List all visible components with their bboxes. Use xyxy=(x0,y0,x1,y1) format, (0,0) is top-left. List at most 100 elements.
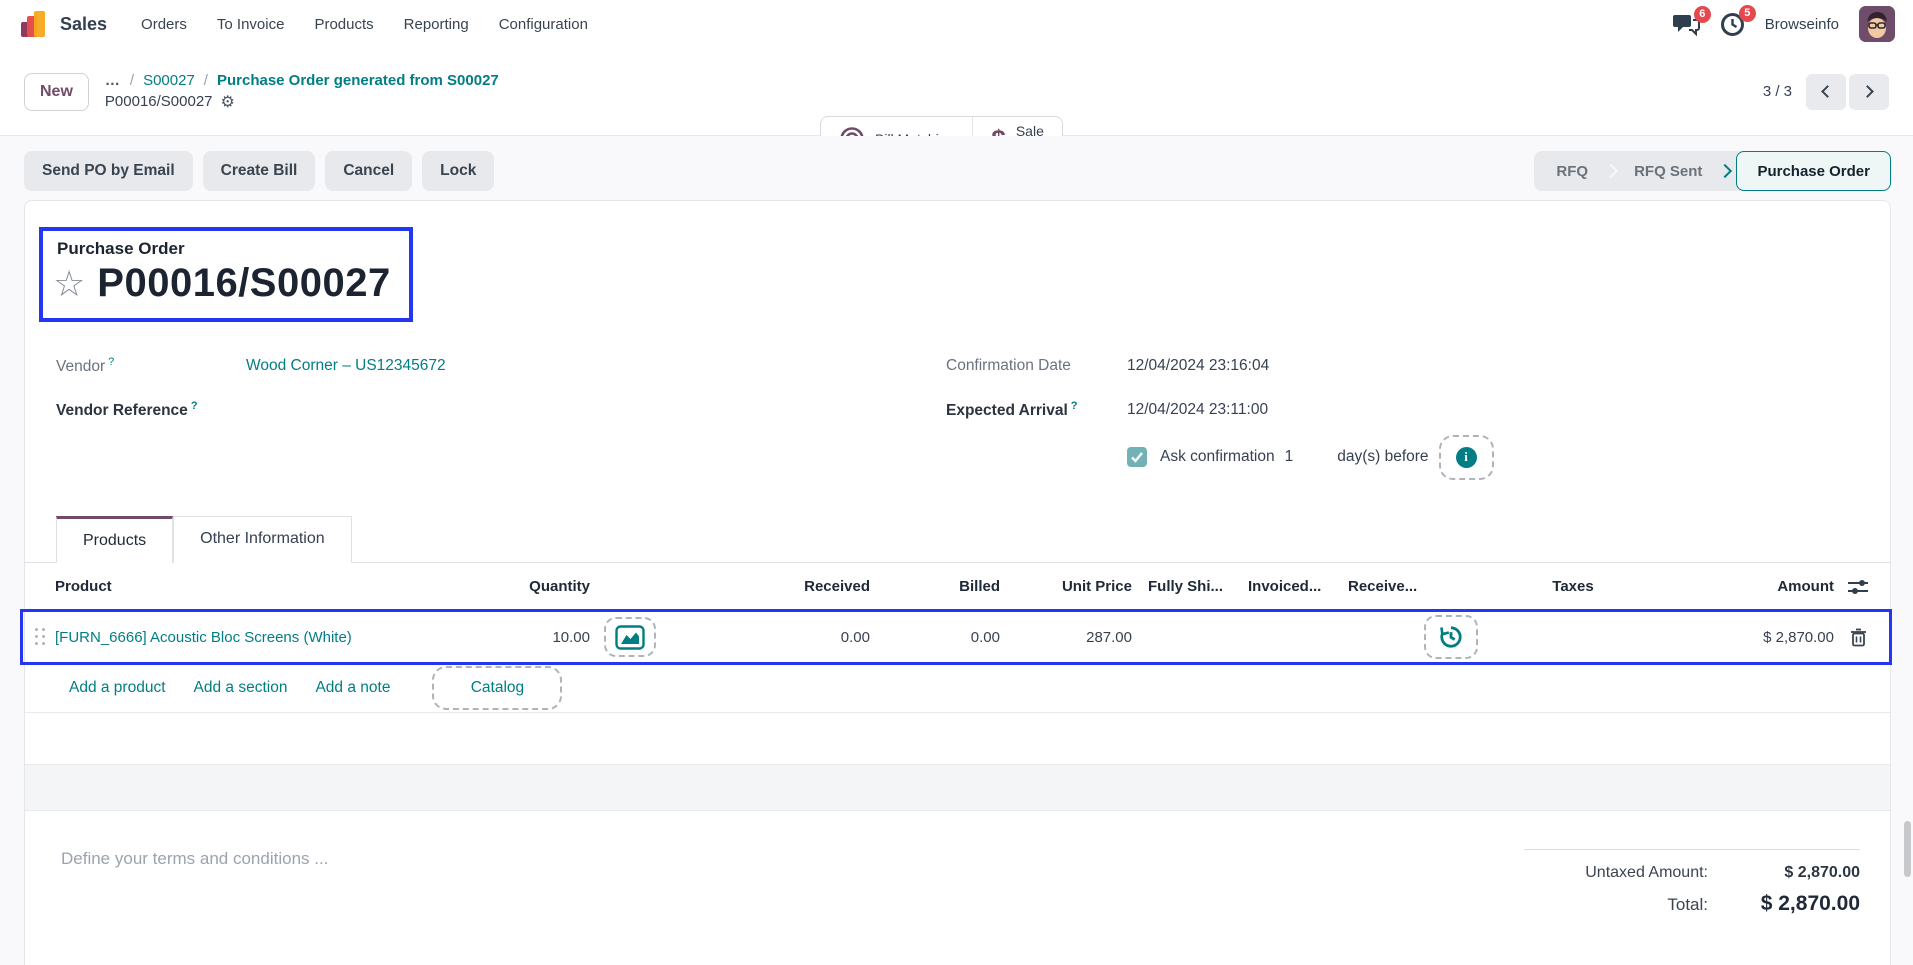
messages-badge: 6 xyxy=(1694,6,1711,23)
breadcrumb-current-link[interactable]: Purchase Order generated from S00027 xyxy=(217,72,499,89)
order-lines-table: Product Quantity Received Billed Unit Pr… xyxy=(25,563,1890,811)
menu-to-invoice[interactable]: To Invoice xyxy=(217,16,285,33)
column-header-invoiced[interactable]: Invoiced... xyxy=(1232,578,1332,595)
help-icon: ? xyxy=(108,356,114,368)
activities-badge: 5 xyxy=(1739,5,1756,22)
total-label: Total: xyxy=(1524,895,1730,915)
pager-previous-button[interactable] xyxy=(1806,74,1846,110)
vendor-value-link[interactable]: Wood Corner – US12345672 xyxy=(246,357,446,375)
form-sheet: Purchase Order ☆ P00016/S00027 Vendor? W… xyxy=(24,200,1891,965)
activities-clock-icon[interactable]: 5 xyxy=(1720,12,1745,37)
drag-handle[interactable] xyxy=(25,628,55,646)
pager-next-button[interactable] xyxy=(1849,74,1889,110)
history-icon[interactable] xyxy=(1438,624,1464,650)
status-step-rfq-sent[interactable]: RFQ Sent xyxy=(1618,163,1718,180)
record-title: P00016/S00027 xyxy=(97,261,390,306)
column-header-amount[interactable]: Amount xyxy=(1664,578,1834,595)
create-bill-button[interactable]: Create Bill xyxy=(203,151,316,191)
breadcrumb-ellipsis[interactable]: … xyxy=(105,72,121,89)
chevron-right-icon xyxy=(1604,164,1618,178)
cancel-button[interactable]: Cancel xyxy=(325,151,412,191)
new-button[interactable]: New xyxy=(24,73,89,111)
navbar-right: 6 5 Browseinfo xyxy=(1673,6,1895,42)
column-header-unit-price[interactable]: Unit Price xyxy=(1000,578,1132,595)
received-cell[interactable]: 0.00 xyxy=(670,629,870,646)
help-icon: ? xyxy=(1071,400,1078,412)
expected-arrival-field-label: Expected Arrival? xyxy=(946,400,1127,420)
app-name[interactable]: Sales xyxy=(60,14,107,35)
table-header-row: Product Quantity Received Billed Unit Pr… xyxy=(25,563,1890,611)
info-annotation-box: i xyxy=(1439,435,1494,480)
quantity-cell[interactable]: 10.00 xyxy=(485,629,590,646)
breadcrumb-separator: / xyxy=(130,72,134,89)
history-annotation-box xyxy=(1424,615,1478,659)
terms-and-conditions-input[interactable]: Define your terms and conditions ... xyxy=(61,849,328,926)
untaxed-amount-value: $ 2,870.00 xyxy=(1730,864,1860,882)
chevron-left-icon xyxy=(1821,85,1834,98)
add-a-product-link[interactable]: Add a product xyxy=(69,679,166,697)
fields-section: Vendor? Wood Corner – US12345672 Vendor … xyxy=(25,344,1890,482)
catalog-link[interactable]: Catalog xyxy=(471,679,524,697)
add-a-note-link[interactable]: Add a note xyxy=(315,679,390,697)
scrollbar-thumb[interactable] xyxy=(1904,821,1911,877)
totals-divider xyxy=(1524,849,1860,850)
untaxed-amount-label: Untaxed Amount: xyxy=(1524,864,1730,882)
menu-orders[interactable]: Orders xyxy=(141,16,187,33)
action-buttons-row: Send PO by Email Create Bill Cancel Lock… xyxy=(0,150,1913,192)
send-po-by-email-button[interactable]: Send PO by Email xyxy=(24,151,193,191)
confirmation-date-field-label: Confirmation Date xyxy=(946,357,1127,375)
column-header-taxes[interactable]: Taxes xyxy=(1482,578,1664,595)
top-navbar: Sales Orders To Invoice Products Reporti… xyxy=(0,0,1913,48)
column-header-received[interactable]: Received xyxy=(670,578,870,595)
chevron-right-icon xyxy=(1718,164,1732,178)
delete-row-trash-icon[interactable] xyxy=(1834,628,1882,647)
forecast-annotation-box xyxy=(604,617,656,657)
menu-configuration[interactable]: Configuration xyxy=(499,16,588,33)
column-header-product[interactable]: Product xyxy=(55,578,485,595)
statusbar: RFQ RFQ Sent Purchase Order xyxy=(1534,151,1891,191)
breadcrumb-parent-link[interactable]: S00027 xyxy=(143,72,195,89)
info-icon[interactable]: i xyxy=(1456,447,1477,468)
help-icon: ? xyxy=(191,400,198,412)
column-header-received-qty[interactable]: Receive... xyxy=(1332,578,1482,595)
user-avatar[interactable] xyxy=(1859,6,1895,42)
table-row[interactable]: [FURN_6666] Acoustic Bloc Screens (White… xyxy=(25,611,1890,663)
breadcrumb: … / S00027 / Purchase Order generated fr… xyxy=(105,72,499,112)
title-annotation-box: Purchase Order ☆ P00016/S00027 xyxy=(39,227,413,322)
status-step-rfq[interactable]: RFQ xyxy=(1540,163,1604,180)
column-header-quantity[interactable]: Quantity xyxy=(485,578,590,595)
status-step-purchase-order-active[interactable]: Purchase Order xyxy=(1736,151,1891,191)
breadcrumb-record-name: P00016/S00027 xyxy=(105,93,213,110)
optional-columns-sliders-icon[interactable] xyxy=(1834,578,1882,596)
add-a-section-link[interactable]: Add a section xyxy=(194,679,288,697)
unit-price-cell[interactable]: 287.00 xyxy=(1000,629,1132,646)
lock-button[interactable]: Lock xyxy=(422,151,494,191)
billed-cell[interactable]: 0.00 xyxy=(870,629,1000,646)
user-name[interactable]: Browseinfo xyxy=(1765,16,1839,33)
chevron-right-icon xyxy=(1861,85,1874,98)
empty-list-row xyxy=(25,765,1890,811)
column-header-billed[interactable]: Billed xyxy=(870,578,1000,595)
sales-app-logo-icon[interactable] xyxy=(18,9,48,39)
product-link[interactable]: [FURN_6666] Acoustic Bloc Screens (White… xyxy=(55,629,352,646)
tab-other-information[interactable]: Other Information xyxy=(173,516,352,563)
breadcrumb-separator: / xyxy=(204,72,208,89)
menu-reporting[interactable]: Reporting xyxy=(404,16,469,33)
favorite-star-icon[interactable]: ☆ xyxy=(53,266,85,302)
confirmation-date-value: 12/04/2024 23:16:04 xyxy=(1127,357,1269,375)
ask-confirmation-days-input[interactable]: 1 xyxy=(1285,448,1294,466)
forecast-chart-icon[interactable] xyxy=(615,625,645,650)
ask-confirmation-checkbox[interactable] xyxy=(1127,447,1147,467)
vendor-reference-field-label: Vendor Reference? xyxy=(56,400,246,420)
menu-products[interactable]: Products xyxy=(314,16,373,33)
total-value: $ 2,870.00 xyxy=(1730,892,1860,916)
totals-block: Untaxed Amount: $ 2,870.00 Total: $ 2,87… xyxy=(1524,849,1860,926)
ask-confirmation-suffix: day(s) before xyxy=(1337,448,1428,466)
expected-arrival-value[interactable]: 12/04/2024 23:11:00 xyxy=(1127,401,1268,419)
gear-icon[interactable]: ⚙ xyxy=(221,92,235,112)
tab-products[interactable]: Products xyxy=(56,516,173,563)
pager: 3 / 3 xyxy=(1763,74,1889,110)
column-header-fully-shipped[interactable]: Fully Shi... xyxy=(1132,578,1232,595)
messages-icon[interactable]: 6 xyxy=(1673,13,1700,36)
pager-count: 3 / 3 xyxy=(1763,83,1792,100)
